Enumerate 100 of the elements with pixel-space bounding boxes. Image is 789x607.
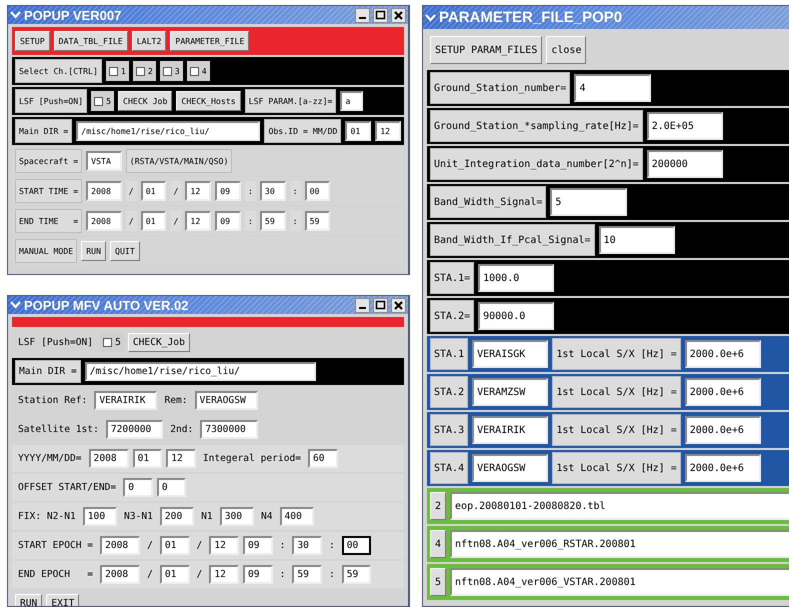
chevron-icon[interactable]	[10, 11, 21, 19]
checkbox-label[interactable]: 5	[106, 96, 112, 106]
checkbox[interactable]	[108, 66, 118, 76]
input-field[interactable]: VERAMZSW	[472, 378, 548, 406]
input-field[interactable]: 59	[292, 565, 322, 584]
input-field[interactable]: 400	[280, 507, 314, 526]
input-field[interactable]: 2008	[100, 565, 140, 584]
input-field[interactable]: 59	[342, 565, 372, 584]
checkbox-label[interactable]: 5	[115, 337, 121, 348]
input-field[interactable]: 09	[242, 536, 273, 555]
button[interactable]: RUN	[15, 594, 42, 606]
input-field[interactable]: 12	[185, 181, 212, 201]
input-field[interactable]: VSTA	[86, 151, 122, 171]
checkbox-label[interactable]: 2	[148, 66, 153, 76]
button[interactable]: 4	[430, 530, 446, 558]
input-field[interactable]: 01	[345, 121, 372, 141]
input-field[interactable]: 90000.0	[478, 302, 554, 330]
button[interactable]: RUN	[81, 241, 106, 261]
input-field[interactable]: 2008	[86, 211, 122, 231]
close-icon[interactable]	[391, 298, 406, 312]
input-field[interactable]: 01	[132, 449, 162, 468]
input-field[interactable]: 2000.0e+6	[684, 416, 761, 444]
minimize-icon[interactable]	[355, 298, 370, 312]
input-field[interactable]: 09	[215, 211, 241, 231]
input-field[interactable]: 09	[242, 565, 273, 584]
input-field[interactable]: 2008	[88, 449, 129, 468]
input-field[interactable]: 0	[156, 478, 186, 497]
input-field[interactable]: 5	[550, 188, 627, 216]
input-field[interactable]: a	[340, 91, 364, 111]
button[interactable]: SETUP PARAM_FILES	[430, 36, 542, 64]
input-field[interactable]: 60	[308, 449, 338, 468]
input-field[interactable]: 00	[304, 181, 330, 201]
maximize-icon[interactable]	[373, 298, 388, 312]
input-field[interactable]: 01	[160, 536, 190, 555]
input-field[interactable]: 59	[304, 211, 330, 231]
checkbox[interactable]	[136, 66, 145, 76]
input-field[interactable]: 09	[215, 181, 241, 201]
button[interactable]: EXIT	[46, 594, 80, 606]
input-field[interactable]: VERAOGSW	[194, 391, 258, 410]
button[interactable]: LALT2	[132, 31, 166, 51]
input-field[interactable]: VERAIRIK	[94, 391, 158, 410]
input-field[interactable]: 2000.0e+6	[684, 454, 761, 482]
button[interactable]: QUIT	[110, 241, 140, 261]
input-field[interactable]: 7300000	[200, 420, 258, 439]
input-field[interactable]: 2.0E+05	[646, 112, 723, 140]
input-field[interactable]: 30	[260, 181, 286, 201]
checkbox[interactable]	[190, 66, 199, 76]
input-field[interactable]: 12	[209, 536, 239, 555]
button[interactable]: CHECK_Hosts	[176, 91, 241, 111]
button[interactable]: CHECK_Job	[128, 333, 190, 352]
input-field[interactable]: 12	[185, 211, 212, 231]
checkbox-label[interactable]: 4	[202, 66, 207, 76]
input-field[interactable]: 2000.0e+6	[684, 378, 761, 406]
input-field[interactable]: nftn08.A04_ver006_VSTAR.200801	[450, 568, 789, 596]
button[interactable]: 5	[430, 568, 446, 596]
button[interactable]: CHECK Job	[118, 91, 172, 111]
input-field[interactable]: 0	[123, 478, 153, 497]
input-field[interactable]: 01	[140, 211, 166, 231]
input-field[interactable]: 100	[82, 507, 118, 526]
input-field[interactable]: 1000.0	[478, 264, 554, 292]
separator-text: :	[244, 181, 256, 201]
input-field[interactable]: 59	[260, 211, 286, 231]
input-field[interactable]: 01	[140, 181, 166, 201]
maximize-icon[interactable]	[373, 8, 388, 22]
input-field[interactable]: 200	[160, 507, 194, 526]
button[interactable]: DATA_TBL_FILE	[54, 31, 128, 51]
checkbox-label[interactable]: 3	[174, 66, 180, 76]
checkbox-label[interactable]: 1	[120, 66, 126, 76]
input-field[interactable]: /misc/home1/rise/rico_liu/	[76, 121, 260, 141]
button[interactable]: 2	[430, 492, 446, 520]
input-field[interactable]: 01	[160, 565, 190, 584]
minimize-icon[interactable]	[355, 8, 370, 22]
input-field[interactable]: 00	[342, 536, 372, 555]
input-field[interactable]: 12	[166, 449, 196, 468]
input-field[interactable]: 30	[292, 536, 322, 555]
input-field[interactable]: 2008	[86, 181, 122, 201]
input-field[interactable]: 12	[375, 121, 401, 141]
input-field[interactable]: VERAOGSW	[472, 454, 548, 482]
input-field[interactable]: 10	[598, 226, 675, 254]
button[interactable]: PARAMETER_FILE	[170, 31, 250, 51]
input-field[interactable]: 12	[209, 565, 239, 584]
input-field[interactable]: 200000	[646, 150, 723, 178]
close-icon[interactable]	[391, 8, 406, 22]
input-field[interactable]: 7200000	[106, 420, 164, 439]
checkbox[interactable]	[162, 66, 172, 76]
chevron-icon[interactable]	[425, 14, 436, 22]
input-field[interactable]: VERAISGK	[472, 340, 548, 368]
checkbox[interactable]	[94, 96, 104, 106]
input-field[interactable]: eop.20080101-20080820.tbl	[450, 492, 789, 520]
chevron-icon[interactable]	[10, 301, 21, 309]
input-field[interactable]: 2000.0e+6	[684, 340, 761, 368]
input-field[interactable]: 4	[574, 74, 651, 102]
input-field[interactable]: nftn08.A04_ver006_RSTAR.200801	[450, 530, 789, 558]
input-field[interactable]: VERAIRIK	[472, 416, 548, 444]
checkbox[interactable]	[103, 338, 112, 347]
button[interactable]: close	[546, 36, 586, 64]
input-field[interactable]: 300	[220, 507, 254, 526]
input-field[interactable]: 2008	[100, 536, 140, 555]
input-field[interactable]: /misc/home1/rise/rico_liu/	[84, 362, 316, 381]
button[interactable]: SETUP	[15, 31, 50, 51]
